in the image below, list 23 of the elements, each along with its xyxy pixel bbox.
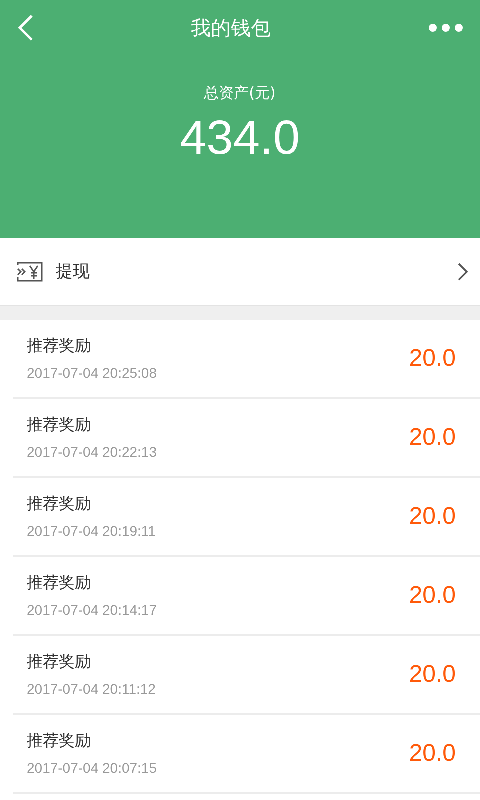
record-time: 2017-07-04 20:07:15 [27,760,157,776]
record-title: 推荐奖励 [27,652,92,673]
record-amount: 20.0 [409,660,456,688]
record-time: 2017-07-04 20:11:12 [27,681,156,697]
total-assets-amount: 434.0 [180,111,300,166]
record-amount: 20.0 [409,344,456,372]
total-assets-label: 总资产(元) [204,84,276,103]
record-title: 推荐奖励 [27,336,92,357]
record-time: 2017-07-04 20:25:08 [27,365,157,381]
wallet-card-icon [16,260,44,282]
record-time: 2017-07-04 20:19:11 [27,523,156,539]
page-title: 我的钱包 [191,14,271,42]
record-amount: 20.0 [409,582,456,610]
record-amount: 20.0 [409,424,456,452]
record-title: 推荐奖励 [27,573,92,594]
record-time: 2017-07-04 20:14:17 [27,602,157,618]
record-amount: 20.0 [409,740,456,768]
record-title: 推荐奖励 [27,494,92,515]
record-title: 推荐奖励 [27,415,92,436]
record-amount: 20.0 [409,502,456,530]
record-time: 2017-07-04 20:22:13 [27,444,157,460]
chevron-right-icon [458,262,468,280]
record-title: 推荐奖励 [27,731,92,752]
